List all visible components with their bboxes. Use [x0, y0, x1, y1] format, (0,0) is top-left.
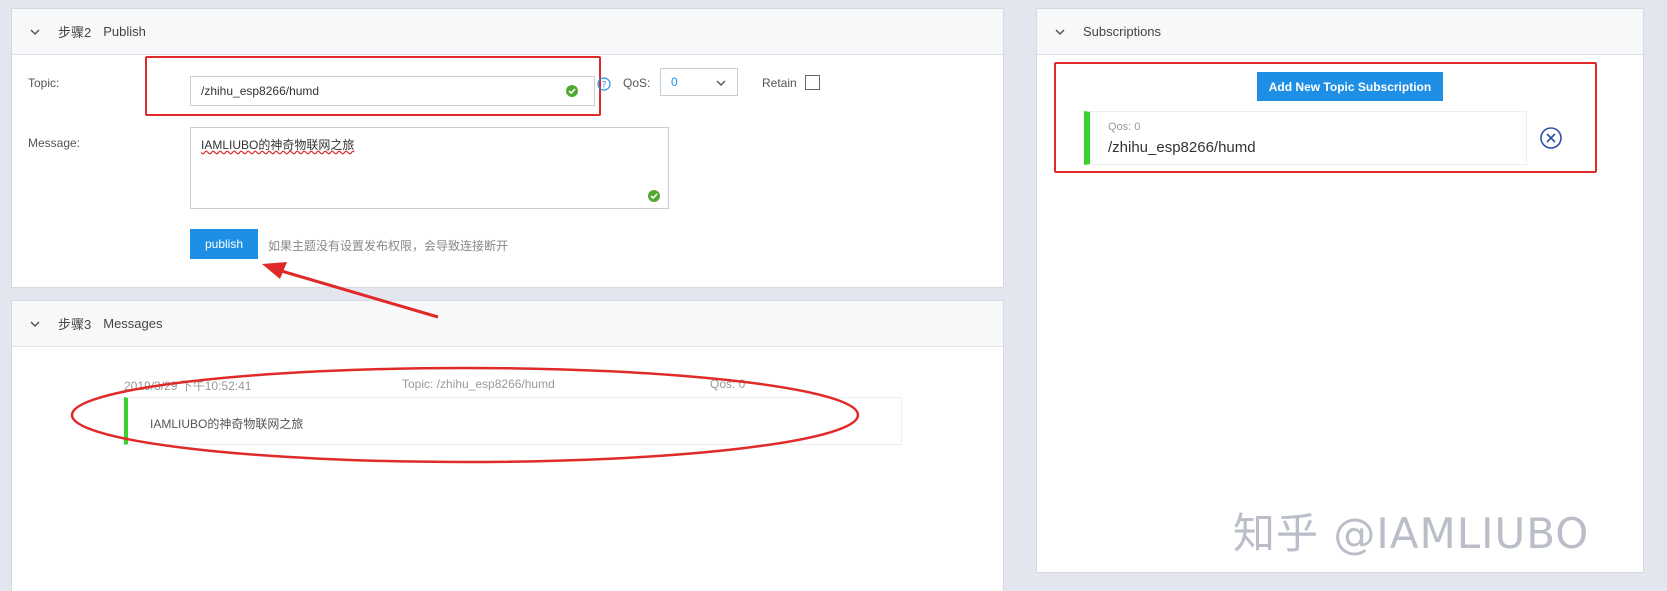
annotation-arrow-head: [262, 262, 287, 279]
annotation-ellipse-message: [70, 366, 860, 464]
watermark: 知乎 @IAMLIUBO: [1233, 509, 1590, 558]
annotation-arrow-line: [277, 268, 439, 319]
